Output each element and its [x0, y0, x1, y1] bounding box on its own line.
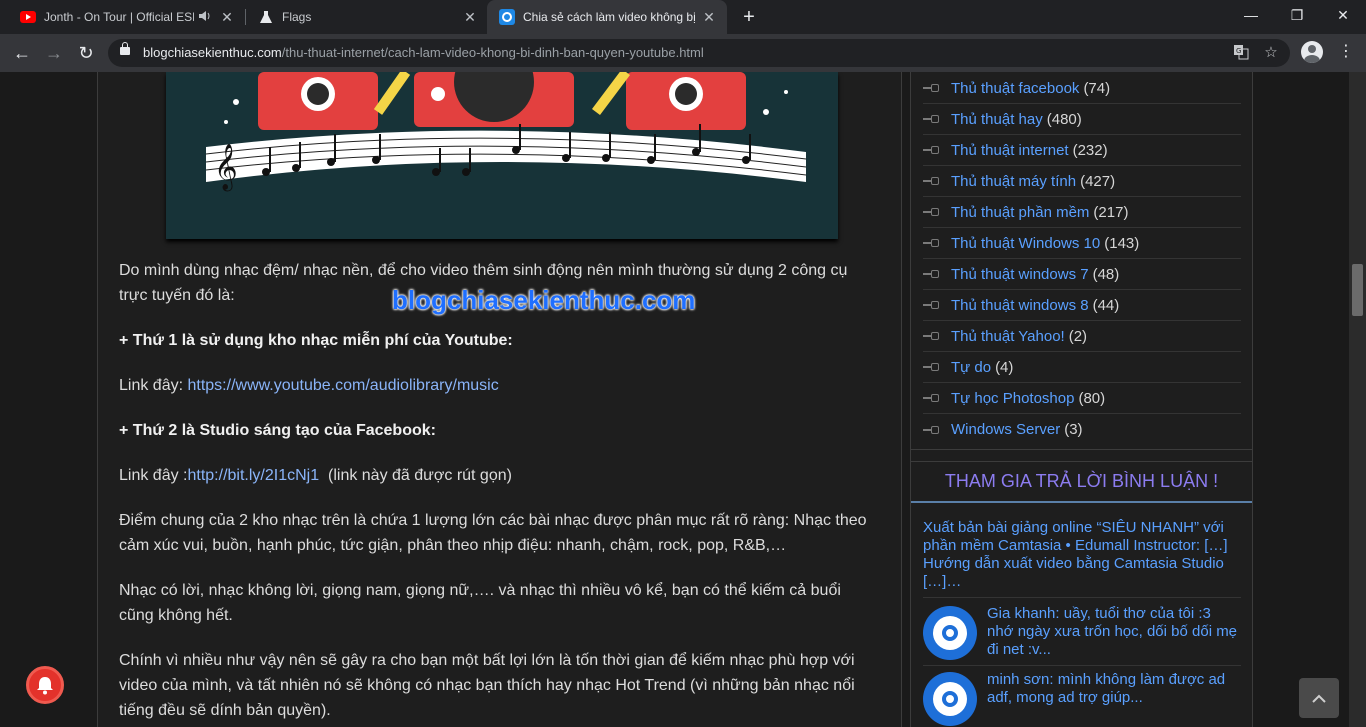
pingback-comment[interactable]: Xuất bản bài giảng online “SIÊU NHANH” v… [923, 519, 1241, 598]
comment-text[interactable]: Gia khanh: uầy, tuổi thơ của tôi :3 nhớ … [987, 605, 1241, 659]
comments-heading: THAM GIA TRẢ LỜI BÌNH LUẬN ! [911, 461, 1252, 503]
plug-icon [923, 145, 941, 155]
new-tab-button[interactable]: + [738, 6, 760, 28]
page-scrollbar[interactable] [1349, 72, 1366, 727]
tab-title: Jonth - On Tour | Official ESL [44, 10, 194, 24]
tab-title: Flags [282, 10, 312, 24]
heading-option-2: + Thứ 2 là Studio sáng tạo của Facebook: [119, 422, 436, 439]
link-line-1: Link đây: https://www.youtube.com/audiol… [119, 377, 499, 394]
comment-item[interactable]: Gia khanh: uầy, tuổi thơ của tôi :3 nhớ … [923, 600, 1241, 666]
sidebar: Thủ thuật facebook (74) Thủ thuật hay (480… [910, 72, 1253, 727]
plug-icon [923, 83, 941, 93]
plug-icon [923, 238, 941, 248]
site-icon [499, 9, 515, 25]
category-item[interactable]: Thủ thuật máy tính (427) [923, 166, 1241, 197]
article-column: 𝄞 Do mình dùng nhạc đệm/ nhạc nền, để ch… [97, 72, 902, 727]
close-tab-icon[interactable]: ✕ [462, 9, 478, 25]
link-line-2: Link đây :http://bit.ly/2I1cNj1 (link nà… [119, 467, 512, 484]
tab-active-article[interactable]: Chia sẻ cách làm video không bị ✕ [487, 0, 727, 34]
category-item[interactable]: Thủ thuật Yahoo! (2) [923, 321, 1241, 352]
plug-icon [923, 362, 941, 372]
lock-icon[interactable] [120, 42, 130, 55]
address-bar[interactable]: blogchiasekienthuc.com/thu-thuat-interne… [108, 39, 1290, 67]
youtube-audio-library-link[interactable]: https://www.youtube.com/audiolibrary/mus… [187, 377, 498, 394]
chevron-up-icon [1312, 694, 1326, 703]
tab-youtube[interactable]: Jonth - On Tour | Official ESL ✕ [0, 0, 245, 34]
category-item[interactable]: Thủ thuật hay (480) [923, 104, 1241, 135]
back-button[interactable]: ← [8, 39, 36, 67]
plug-icon [923, 425, 941, 435]
url-text[interactable]: blogchiasekienthuc.com/thu-thuat-interne… [143, 39, 704, 67]
category-item[interactable]: Thủ thuật phần mềm (217) [923, 197, 1241, 228]
close-tab-icon[interactable]: ✕ [219, 9, 235, 25]
maximize-button[interactable]: ❐ [1274, 0, 1320, 30]
svg-text:G: G [1236, 47, 1241, 55]
avatar [923, 606, 977, 660]
back-to-top-button[interactable] [1299, 678, 1339, 718]
site-watermark: blogchiasekienthuc.com [392, 285, 696, 315]
heading-option-1: + Thứ 1 là sử dụng kho nhạc miễn phí của… [119, 332, 513, 349]
bookmark-star-icon[interactable]: ☆ [1262, 44, 1280, 62]
browser-toolbar: ← → ↻ blogchiasekienthuc.com/thu-thuat-i… [0, 34, 1366, 72]
paragraph-drawback: Chính vì nhiều như vậy nên sẽ gây ra cho… [119, 652, 855, 719]
plug-icon [923, 393, 941, 403]
plug-icon [923, 269, 941, 279]
close-window-button[interactable]: ✕ [1320, 0, 1366, 30]
minimize-button[interactable]: — [1228, 0, 1274, 30]
browser-menu-icon[interactable]: ⋮ [1336, 42, 1356, 62]
facebook-studio-link[interactable]: http://bit.ly/2I1cNj1 [187, 467, 319, 484]
comment-text[interactable]: minh sơn: mình không làm được ad adf, mo… [987, 671, 1241, 707]
category-item[interactable]: Thủ thuật windows 7 (48) [923, 259, 1241, 290]
plug-icon [923, 300, 941, 310]
svg-text:𝄞: 𝄞 [214, 144, 238, 192]
scrollbar-thumb[interactable] [1352, 264, 1363, 316]
page-viewport: 𝄞 Do mình dùng nhạc đệm/ nhạc nền, để ch… [0, 72, 1349, 727]
close-tab-icon[interactable]: ✕ [701, 9, 717, 25]
category-list: Thủ thuật facebook (74) Thủ thuật hay (480… [911, 72, 1252, 450]
speaker-icon[interactable] [198, 10, 212, 25]
paragraph-common: Điểm chung của 2 kho nhạc trên là chứa 1… [119, 512, 867, 554]
plug-icon [923, 114, 941, 124]
category-item[interactable]: Thủ thuật facebook (74) [923, 73, 1241, 104]
category-item[interactable]: Tự do (4) [923, 352, 1241, 383]
forward-button[interactable]: → [40, 39, 68, 67]
avatar [923, 672, 977, 726]
flask-icon [260, 11, 272, 23]
profile-avatar[interactable] [1301, 41, 1323, 63]
tab-flags[interactable]: Flags ✕ [246, 0, 488, 34]
tab-strip: Jonth - On Tour | Official ESL ✕ Flags ✕… [0, 0, 1366, 34]
plug-icon [923, 331, 941, 341]
youtube-icon [20, 11, 36, 23]
bell-icon [37, 677, 53, 695]
paragraph-variety: Nhạc có lời, nhạc không lời, giọng nam, … [119, 582, 841, 624]
notification-bell-button[interactable] [26, 666, 64, 704]
category-item[interactable]: Windows Server (3) [923, 414, 1241, 445]
reload-button[interactable]: ↻ [72, 39, 100, 67]
music-illustration: 𝄞 [166, 72, 838, 239]
category-item[interactable]: Thủ thuật Windows 10 (143) [923, 228, 1241, 259]
plug-icon [923, 207, 941, 217]
comment-item[interactable]: minh sơn: mình không làm được ad adf, mo… [923, 666, 1241, 727]
translate-icon[interactable]: G [1232, 44, 1250, 62]
category-item[interactable]: Thủ thuật windows 8 (44) [923, 290, 1241, 321]
category-item[interactable]: Thủ thuật internet (232) [923, 135, 1241, 166]
category-item[interactable]: Tự học Photoshop (80) [923, 383, 1241, 414]
tab-title: Chia sẻ cách làm video không bị [523, 10, 696, 24]
plug-icon [923, 176, 941, 186]
